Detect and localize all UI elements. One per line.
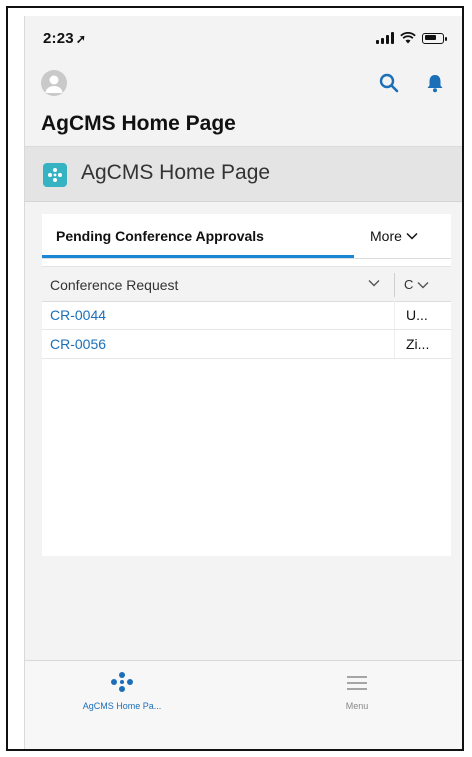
app-header: AgCMS Home Page	[25, 60, 462, 147]
table-cell: Zi...	[406, 336, 430, 352]
bell-icon[interactable]	[424, 72, 446, 94]
hamburger-menu-icon	[347, 676, 367, 690]
conference-request-link[interactable]: CR-0056	[50, 336, 106, 352]
search-icon[interactable]	[378, 72, 400, 94]
table-cell: U...	[406, 307, 428, 323]
signal-icon	[376, 32, 394, 44]
column-divider	[394, 273, 395, 297]
phone-screen: 2:23 ➚ AgCMS Home Page AgCMS Home Page P…	[24, 16, 462, 751]
row-divider	[394, 330, 395, 358]
related-list-card: Pending Conference Approvals More Confer…	[42, 214, 451, 556]
row-divider	[394, 301, 395, 329]
column-header-conference-request[interactable]: Conference Request	[50, 277, 178, 293]
bottom-nav: AgCMS Home Pa... Menu	[25, 660, 462, 751]
battery-icon	[422, 32, 447, 44]
wifi-icon	[400, 32, 416, 44]
header-actions	[378, 72, 446, 94]
column-menu-chevron-icon[interactable]	[368, 279, 380, 287]
app-home-icon	[111, 672, 133, 692]
location-icon: ➚	[75, 32, 87, 46]
screenshot-frame: 2:23 ➚ AgCMS Home Page AgCMS Home Page P…	[6, 6, 464, 751]
app-banner-title: AgCMS Home Page	[81, 161, 271, 184]
column-c-chevron-icon	[417, 281, 429, 288]
chevron-down-icon	[406, 232, 418, 240]
status-bar: 2:23 ➚	[25, 16, 462, 60]
status-time-text: 2:23	[43, 30, 74, 47]
table-row[interactable]: CR-0044 U...	[42, 301, 451, 330]
home-indicator[interactable]	[167, 750, 303, 751]
tab-bar: Pending Conference Approvals More	[42, 214, 451, 259]
nav-item-home[interactable]: AgCMS Home Pa...	[67, 671, 177, 711]
tab-pending-conference-approvals[interactable]: Pending Conference Approvals	[56, 228, 264, 244]
status-time: 2:23 ➚	[43, 30, 86, 47]
avatar[interactable]	[41, 70, 67, 96]
app-icon	[43, 163, 67, 187]
table-header: Conference Request C	[42, 266, 451, 302]
user-icon	[45, 75, 63, 93]
nav-item-menu[interactable]: Menu	[327, 671, 387, 711]
conference-request-link[interactable]: CR-0044	[50, 307, 106, 323]
active-tab-indicator	[42, 255, 354, 258]
nav-item-menu-label: Menu	[345, 701, 369, 711]
column-header-c[interactable]: C	[404, 277, 429, 292]
table-row[interactable]: CR-0056 Zi...	[42, 330, 451, 359]
page-title: AgCMS Home Page	[41, 112, 236, 135]
nav-item-home-label: AgCMS Home Pa...	[82, 701, 162, 711]
tab-more[interactable]: More	[370, 228, 418, 244]
status-indicators	[376, 32, 447, 44]
app-logo-icon	[48, 168, 62, 182]
tab-more-label: More	[370, 228, 402, 244]
app-banner: AgCMS Home Page	[25, 147, 462, 202]
column-header-c-label: C	[404, 277, 414, 292]
